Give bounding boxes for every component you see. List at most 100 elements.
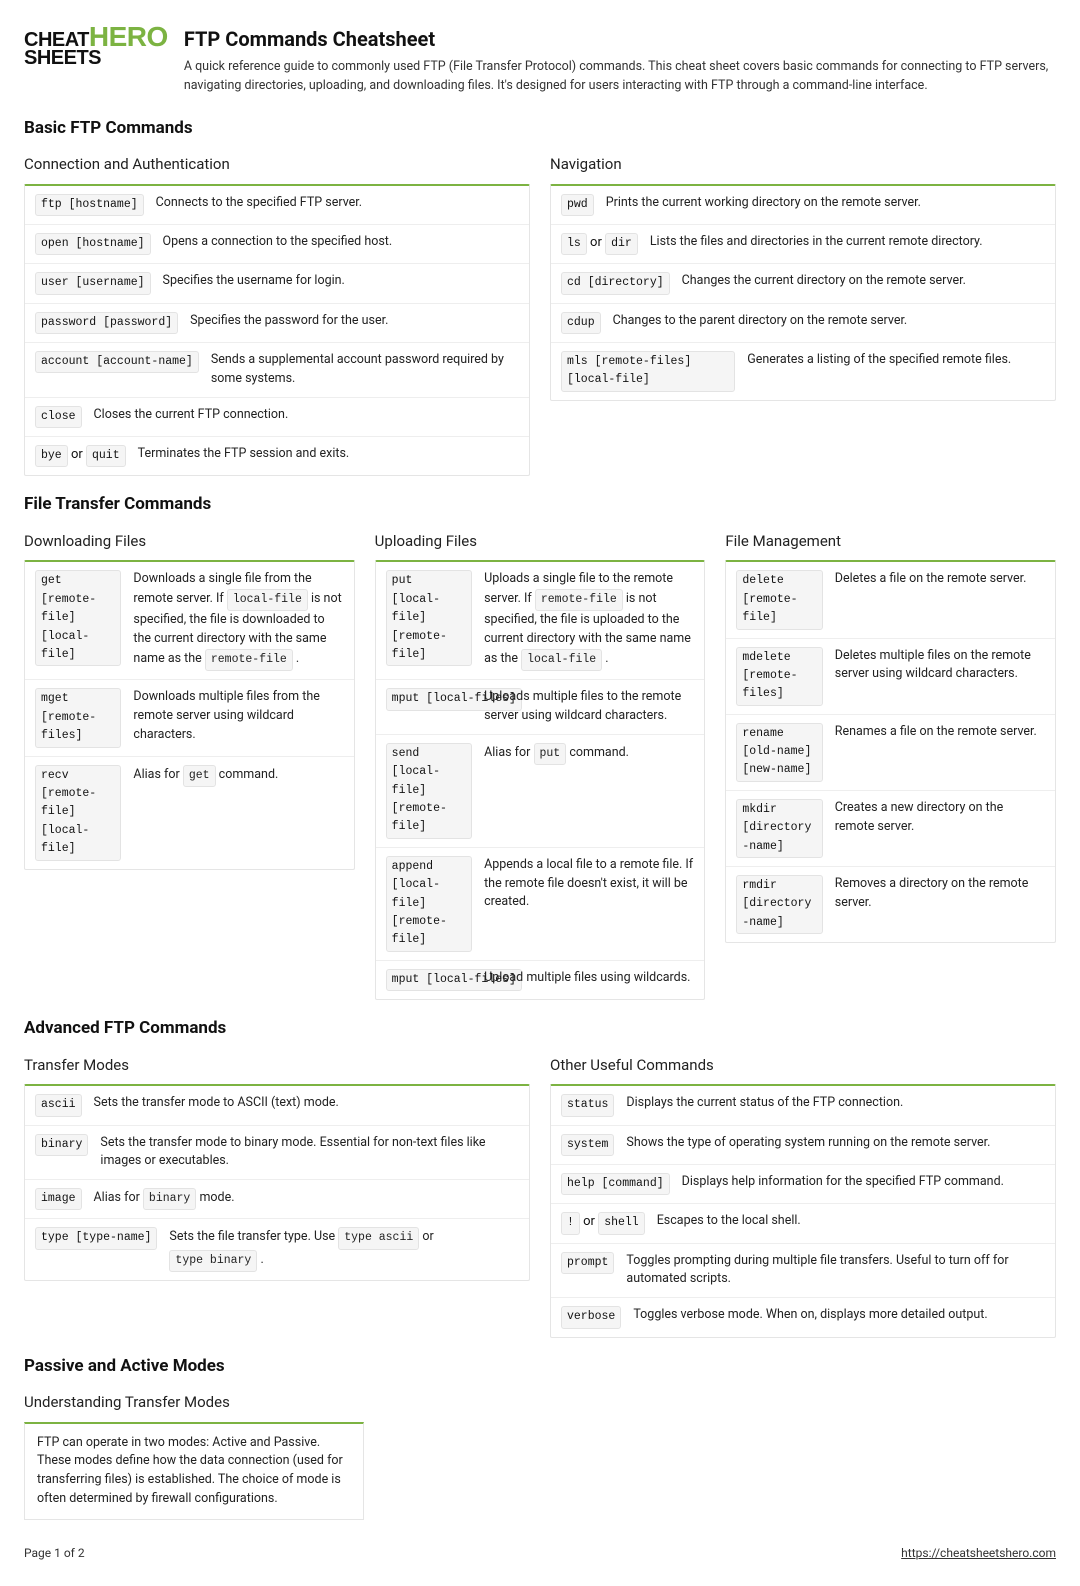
table-row: get [remote-file] [local-file]Downloads … <box>25 562 354 680</box>
code: cd [directory] <box>561 272 670 294</box>
command: close <box>35 406 82 428</box>
description: Displays the current status of the FTP c… <box>626 1094 1045 1113</box>
command: ftp [hostname] <box>35 194 144 216</box>
command: mkdir [directory-name] <box>736 799 822 858</box>
table-row: send [local-file] [remote-file]Alias for… <box>376 735 705 848</box>
code: type [type-name] <box>35 1227 157 1249</box>
code: rmdir [directory-name] <box>736 875 822 934</box>
footer-link[interactable]: https://cheatsheetshero.com <box>901 1544 1056 1562</box>
command: mget [remote-files] <box>35 688 121 747</box>
table-row: cd [directory]Changes the current direct… <box>551 264 1055 303</box>
code: help [command] <box>561 1173 670 1195</box>
code: mls [remote-files] [local-file] <box>561 351 735 392</box>
table-row: delete [remote-file]Deletes a file on th… <box>726 562 1055 638</box>
command: account [account-name] <box>35 351 199 373</box>
table-row: rename [old-name] [new-name] Renames a fi… <box>726 715 1055 791</box>
card-heading: Downloading Files <box>24 530 355 553</box>
description: Uploads multiple files to the remote ser… <box>484 688 694 726</box>
description: Downloads multiple files from the remote… <box>133 688 343 744</box>
card-heading: Other Useful Commands <box>550 1054 1056 1077</box>
table-row: put [local-file] [remote-file]Uploads a … <box>376 562 705 680</box>
code: get <box>183 765 216 787</box>
command: system <box>561 1134 614 1156</box>
code: type ascii <box>338 1227 419 1249</box>
description: Downloads a single file from the remote … <box>133 570 343 671</box>
code: local-file <box>227 589 308 611</box>
table-row: mget [remote-files]Downloads multiple fi… <box>25 680 354 756</box>
description: Generates a listing of the specified rem… <box>747 351 1045 370</box>
table-row: mput [local-files]Upload multiple files … <box>376 961 705 999</box>
command: mdelete [remote-files] <box>736 647 822 706</box>
command: send [local-file] [remote-file] <box>386 743 472 839</box>
table-row: help [command] Displays help information … <box>551 1165 1055 1204</box>
table-row: statusDisplays the current status of the… <box>551 1086 1055 1125</box>
logo: CHEATHERO SHEETS <box>24 24 168 96</box>
page-title: FTP Commands Cheatsheet <box>184 24 1056 54</box>
code: dir <box>605 233 638 255</box>
command: rmdir [directory-name] <box>736 875 822 934</box>
code: cdup <box>561 312 601 334</box>
code: remote-file <box>535 589 623 611</box>
command: ! or shell <box>561 1212 645 1234</box>
description: Renames a file on the remote server. <box>835 723 1045 742</box>
table-row: verbose Toggles verbose mode. When on, di… <box>551 1298 1055 1336</box>
command: verbose <box>561 1306 621 1328</box>
description: Sets the transfer mode to binary mode. E… <box>100 1134 519 1172</box>
command: ascii <box>35 1094 82 1116</box>
command-table: get [remote-file] [local-file]Downloads … <box>24 560 355 869</box>
code: local-file <box>521 649 602 671</box>
card-heading: File Management <box>725 530 1056 553</box>
description: Deletes multiple files on the remote ser… <box>835 647 1045 685</box>
table-row: mkdir [directory-name]Creates a new dire… <box>726 791 1055 867</box>
table-row: user [username]Specifies the username fo… <box>25 264 529 303</box>
command: cdup <box>561 312 601 334</box>
card-heading: Uploading Files <box>375 530 706 553</box>
command: pwd <box>561 194 594 216</box>
code: recv [remote-file] [local-file] <box>35 765 121 861</box>
command-table: statusDisplays the current status of the… <box>550 1084 1056 1337</box>
command: prompt <box>561 1252 614 1274</box>
command: mput [local-files] <box>386 969 472 991</box>
page-subtitle: A quick reference guide to commonly used… <box>184 58 1056 96</box>
code: type binary <box>169 1250 257 1272</box>
table-row: cdupChanges to the parent directory on t… <box>551 304 1055 343</box>
command-table: delete [remote-file]Deletes a file on th… <box>725 560 1056 943</box>
code: user [username] <box>35 272 151 294</box>
description: Displays help information for the specif… <box>682 1173 1045 1192</box>
table-row: pwdPrints the current working directory … <box>551 186 1055 225</box>
code: pwd <box>561 194 594 216</box>
code: quit <box>86 445 126 467</box>
code: shell <box>598 1212 645 1234</box>
table-row: mput [local-files] Uploads multiple files… <box>376 680 705 735</box>
card-heading: Transfer Modes <box>24 1054 530 1077</box>
text-card: FTP can operate in two modes: Active and… <box>24 1422 364 1520</box>
command: open [hostname] <box>35 233 151 255</box>
code: open [hostname] <box>35 233 151 255</box>
code: remote-file <box>205 649 293 671</box>
description: Removes a directory on the remote server… <box>835 875 1045 913</box>
table-row: asciiSets the transfer mode to ASCII (te… <box>25 1086 529 1125</box>
description: Terminates the FTP session and exits. <box>138 445 519 464</box>
command: mput [local-files] <box>386 688 472 710</box>
description: Deletes a file on the remote server. <box>835 570 1045 589</box>
command: rename [old-name] [new-name] <box>736 723 822 782</box>
description: Toggles verbose mode. When on, displays … <box>633 1306 1045 1325</box>
code: put [local-file] [remote-file] <box>386 570 472 666</box>
card-heading: Navigation <box>550 153 1056 176</box>
command: type [type-name] <box>35 1227 157 1249</box>
command: recv [remote-file] [local-file] <box>35 765 121 861</box>
table-row: account [account-name]Sends a supplement… <box>25 343 529 398</box>
card-heading: Connection and Authentication <box>24 153 530 176</box>
code: password [password] <box>35 312 178 334</box>
command: bye or quit <box>35 445 126 467</box>
table-row: ! or shellEscapes to the local shell. <box>551 1204 1055 1243</box>
code: account [account-name] <box>35 351 199 373</box>
description: Appends a local file to a remote file. I… <box>484 856 694 912</box>
command: get [remote-file] [local-file] <box>35 570 121 666</box>
code: close <box>35 406 82 428</box>
code: system <box>561 1134 614 1156</box>
code: mget [remote-files] <box>35 688 121 747</box>
command: binary <box>35 1134 88 1156</box>
table-row: imageAlias for binary mode. <box>25 1180 529 1219</box>
card-heading: Understanding Transfer Modes <box>24 1391 1056 1414</box>
